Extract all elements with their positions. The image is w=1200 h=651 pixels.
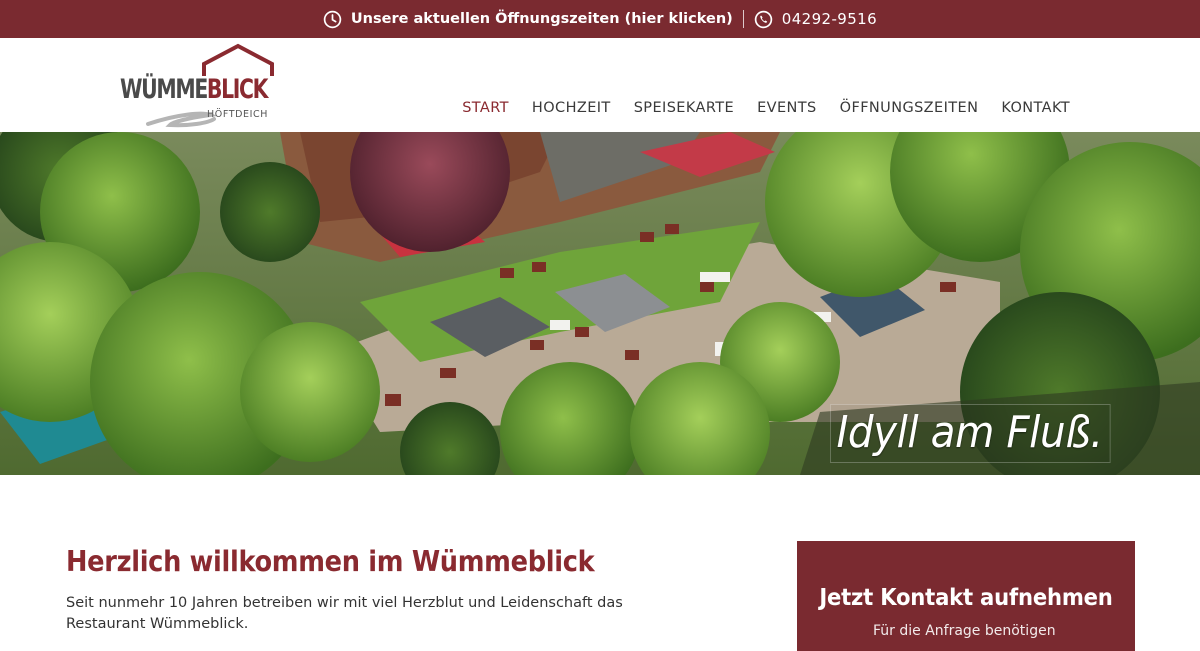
opening-hours-link[interactable]: Unsere aktuellen Öffnungszeiten (hier kl… <box>323 10 733 29</box>
phone-number[interactable]: 04292-9516 <box>782 10 877 28</box>
nav-item-hochzeit[interactable]: HOCHZEIT <box>532 100 611 116</box>
phone-icon <box>754 10 773 29</box>
hero-caption: Idyll am Fluß. <box>830 404 1111 463</box>
nav-item-start[interactable]: START <box>462 100 509 116</box>
opening-hours-label[interactable]: Unsere aktuellen Öffnungszeiten (hier kl… <box>351 11 733 27</box>
main-content: Herzlich willkommen im Wümmeblick Seit n… <box>0 475 1200 651</box>
contact-title: Jetzt Kontakt aufnehmen <box>819 583 1113 611</box>
topbar-divider <box>742 10 744 28</box>
contact-box[interactable]: Jetzt Kontakt aufnehmen Für die Anfrage … <box>797 541 1135 651</box>
nav-item-speisekarte[interactable]: SPEISEKARTE <box>634 100 734 116</box>
contact-subtitle: Für die Anfrage benötigen <box>873 623 1056 639</box>
welcome-title: Herzlich willkommen im Wümmeblick <box>66 545 595 578</box>
nav-item-oeffnungszeiten[interactable]: ÖFFNUNGSZEITEN <box>840 100 979 116</box>
logo-subtitle: HÖFTDEICH <box>207 109 269 120</box>
nav-item-events[interactable]: EVENTS <box>757 100 817 116</box>
phone-link[interactable]: 04292-9516 <box>754 10 877 29</box>
hero-banner: Idyll am Fluß. <box>0 132 1200 475</box>
site-header: WÜMMEBLICK HÖFTDEICH START HOCHZEIT SPEI… <box>0 38 1200 132</box>
welcome-text: Seit nunmehr 10 Jahren betreiben wir mit… <box>66 595 623 632</box>
clock-icon <box>323 10 342 29</box>
site-logo[interactable]: WÜMMEBLICK HÖFTDEICH <box>118 42 278 130</box>
main-nav: START HOCHZEIT SPEISEKARTE EVENTS ÖFFNUN… <box>462 100 1070 116</box>
logo-wordmark: WÜMMEBLICK <box>120 74 268 105</box>
top-bar: Unsere aktuellen Öffnungszeiten (hier kl… <box>0 0 1200 38</box>
nav-item-kontakt[interactable]: KONTAKT <box>1001 100 1070 116</box>
